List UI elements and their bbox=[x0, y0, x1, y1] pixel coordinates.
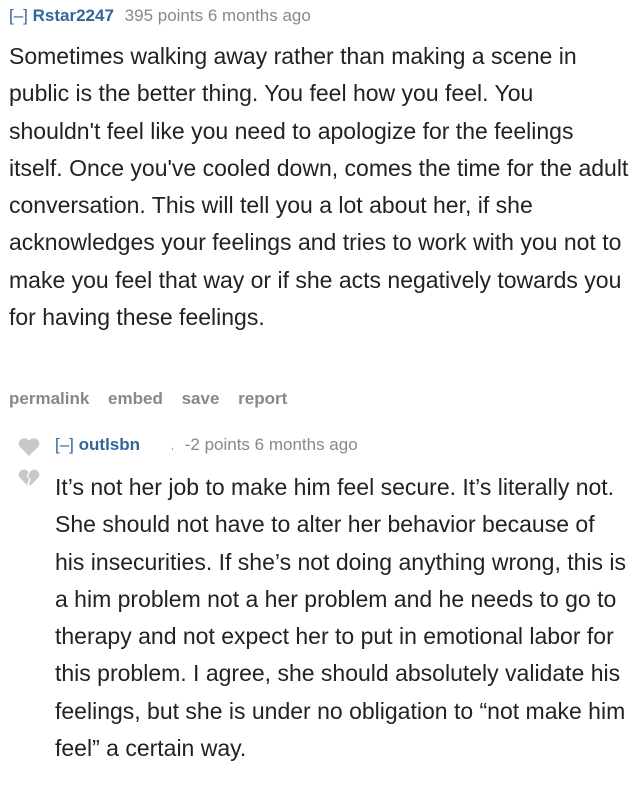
comment-meta: 395 points 6 months ago bbox=[124, 6, 311, 25]
collapse-toggle[interactable]: [–] bbox=[55, 435, 74, 454]
collapse-toggle[interactable]: [–] bbox=[9, 6, 28, 25]
comment-author[interactable]: Rstar2247 bbox=[33, 6, 114, 25]
comment-actions: permalink embed save report bbox=[9, 389, 301, 409]
save-button[interactable]: save bbox=[182, 389, 220, 408]
comment-meta: -2 points 6 months ago bbox=[184, 435, 358, 454]
comment-body: Sometimes walking away rather than makin… bbox=[9, 43, 629, 331]
flair-mark: ، bbox=[170, 442, 174, 453]
heart-upvote-icon[interactable] bbox=[17, 437, 41, 457]
comment-body: It’s not her job to make him feel secure… bbox=[55, 474, 627, 762]
comment-tagline: [–] Rstar2247 395 points 6 months ago bbox=[9, 6, 311, 26]
report-button[interactable]: report bbox=[238, 389, 287, 408]
permalink-button[interactable]: permalink bbox=[9, 389, 89, 408]
comment-author[interactable]: outlsbn bbox=[79, 435, 140, 454]
embed-button[interactable]: embed bbox=[108, 389, 163, 408]
comment-tagline: [–] outlsbn ، -2 points 6 months ago bbox=[55, 435, 358, 455]
broken-heart-downvote-icon[interactable] bbox=[17, 468, 41, 488]
